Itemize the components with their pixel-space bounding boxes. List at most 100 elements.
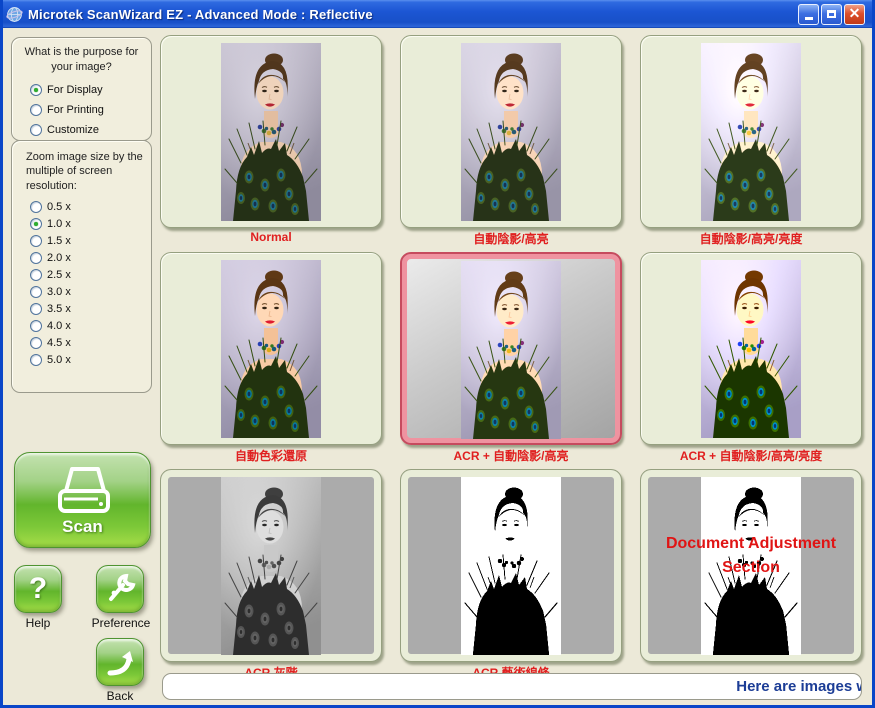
scanner-icon (48, 463, 118, 519)
preview-tile-label: 自動陰影/高亮 (400, 230, 622, 246)
zoom-option-3.0-x[interactable]: 3.0 x (30, 284, 151, 301)
purpose-question: What is the purpose for your image? (12, 38, 151, 77)
preview-tile-label: 自動色彩還原 (160, 447, 382, 463)
radio-label: 2.5 x (47, 269, 71, 281)
close-button[interactable]: ✕ (844, 4, 865, 25)
preview-cell: 自動陰影/高亮 (400, 35, 622, 246)
zoom-groupbox: Zoom image size by the multiple of scree… (11, 140, 152, 393)
preview-photo (701, 43, 801, 221)
preview-tile-label: ACR + 自動陰影/高亮/亮度 (640, 447, 862, 463)
back-button-caption: Back (91, 689, 149, 703)
scan-button[interactable]: Scan (14, 452, 151, 548)
purpose-option-for-printing[interactable]: For Printing (30, 100, 151, 120)
help-icon: ? (29, 572, 47, 606)
portrait-image (221, 43, 321, 221)
minimize-icon (805, 17, 813, 20)
portrait-image (701, 43, 801, 221)
maximize-button[interactable] (821, 4, 842, 25)
portrait-image (221, 477, 321, 655)
radio-icon (30, 218, 42, 230)
radio-icon (30, 252, 42, 264)
zoom-option-4.5-x[interactable]: 4.5 x (30, 335, 151, 352)
portrait-image (701, 260, 801, 438)
radio-label: 0.5 x (47, 201, 71, 213)
radio-label: 1.5 x (47, 235, 71, 247)
portrait-image (461, 261, 561, 439)
radio-label: Customize (47, 124, 99, 136)
radio-icon (30, 269, 42, 281)
window-controls: ✕ (798, 4, 869, 25)
app-globe-icon (6, 6, 23, 23)
zoom-option-3.5-x[interactable]: 3.5 x (30, 301, 151, 318)
preview-tile-normal[interactable] (160, 35, 382, 228)
ticker-text: Here are images w (736, 678, 862, 695)
main-content: What is the purpose for your image? For … (3, 28, 872, 705)
document-section-overlay: Document Adjustment Section (641, 532, 861, 580)
preview-cell: ACR + 自動陰影/高亮/亮度 (640, 252, 862, 463)
preview-photo (221, 477, 321, 655)
radio-label: 3.5 x (47, 303, 71, 315)
help-button-caption: Help (9, 616, 67, 630)
radio-label: 2.0 x (47, 252, 71, 264)
minimize-button[interactable] (798, 4, 819, 25)
portrait-image (221, 260, 321, 438)
radio-label: For Display (47, 84, 103, 96)
preview-cell: ACR 灰階 (160, 469, 382, 680)
radio-icon (30, 303, 42, 315)
preview-photo (461, 261, 561, 439)
zoom-option-0.5-x[interactable]: 0.5 x (30, 199, 151, 216)
zoom-option-1.5-x[interactable]: 1.5 x (30, 233, 151, 250)
preview-tile-acr-shadow-highlight-brightness[interactable] (640, 252, 862, 445)
radio-label: 3.0 x (47, 286, 71, 298)
zoom-label: Zoom image size by the multiple of scree… (12, 141, 151, 195)
preview-tile-auto-color-restore[interactable] (160, 252, 382, 445)
portrait-image (461, 477, 561, 655)
preview-grid: Normal (160, 35, 865, 680)
back-button[interactable] (96, 638, 144, 686)
radio-icon (30, 320, 42, 332)
purpose-groupbox: What is the purpose for your image? For … (11, 37, 152, 141)
radio-label: 5.0 x (47, 354, 71, 366)
zoom-option-5.0-x[interactable]: 5.0 x (30, 352, 151, 369)
zoom-option-2.0-x[interactable]: 2.0 x (30, 250, 151, 267)
radio-icon (30, 235, 42, 247)
preview-photo (221, 43, 321, 221)
zoom-options: 0.5 x 1.0 x 1.5 x 2.0 x 2.5 x 3.0 x 3.5 x 4.0 x… (12, 195, 151, 369)
preview-tile-acr-shadow-highlight[interactable] (400, 252, 622, 445)
title-bar: Microtek ScanWizard EZ - Advanced Mode :… (0, 0, 875, 28)
preview-tile-label: ACR + 自動陰影/高亮 (400, 447, 622, 463)
preview-tile-auto-shadow-highlight[interactable] (400, 35, 622, 228)
preview-photo (221, 260, 321, 438)
radio-icon (30, 286, 42, 298)
preference-button-caption: Preference (80, 616, 162, 630)
preference-button[interactable] (96, 565, 144, 613)
help-button[interactable]: ? (14, 565, 62, 613)
radio-label: 1.0 x (47, 218, 71, 230)
purpose-option-for-display[interactable]: For Display (30, 80, 151, 100)
window-title: Microtek ScanWizard EZ - Advanced Mode :… (28, 7, 373, 22)
preview-tile-acr-grayscale[interactable] (160, 469, 382, 662)
preview-tile-auto-shadow-highlight-brightness[interactable] (640, 35, 862, 228)
wrench-icon (103, 572, 137, 606)
preview-tile-acr-lineart[interactable] (400, 469, 622, 662)
purpose-option-customize[interactable]: Customize (30, 120, 151, 140)
purpose-options: For Display For Printing Customize (12, 77, 151, 140)
radio-icon (30, 201, 42, 213)
close-icon: ✕ (849, 6, 861, 20)
scan-button-label: Scan (62, 517, 103, 537)
zoom-option-4.0-x[interactable]: 4.0 x (30, 318, 151, 335)
preview-photo (461, 43, 561, 221)
zoom-option-2.5-x[interactable]: 2.5 x (30, 267, 151, 284)
zoom-option-1.0-x[interactable]: 1.0 x (30, 216, 151, 233)
preview-cell: Document Adjustment Section (640, 469, 862, 680)
radio-label: For Printing (47, 104, 104, 116)
preview-cell: ACR + 自動陰影/高亮 (400, 252, 622, 463)
preview-cell: 自動色彩還原 (160, 252, 382, 463)
radio-icon (30, 84, 42, 96)
preview-tile-label: 自動陰影/高亮/亮度 (640, 230, 862, 246)
back-arrow-icon (103, 645, 137, 679)
radio-label: 4.0 x (47, 320, 71, 332)
portrait-image (461, 43, 561, 221)
preview-tile-document-adjustment[interactable]: Document Adjustment Section (640, 469, 862, 662)
app-window: Microtek ScanWizard EZ - Advanced Mode :… (0, 0, 875, 708)
